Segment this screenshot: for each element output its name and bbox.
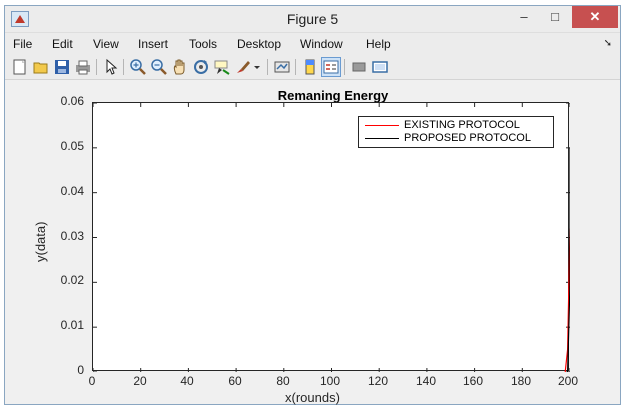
y-tick-label: 0.03 xyxy=(60,229,84,243)
rotate-3d-icon[interactable] xyxy=(192,58,210,76)
y-tick-label: 0.04 xyxy=(60,184,84,198)
x-axis-label: x(rounds) xyxy=(285,390,340,405)
menu-insert[interactable]: Insert xyxy=(138,37,168,51)
maximize-button[interactable]: □ xyxy=(540,6,570,28)
y-tick-label: 0.06 xyxy=(60,94,84,108)
menu-window[interactable]: Window xyxy=(300,37,343,51)
hide-plot-tools-icon[interactable] xyxy=(350,58,368,76)
new-figure-icon[interactable] xyxy=(11,58,29,76)
figure-toolbar xyxy=(5,55,620,80)
legend-label: EXISTING PROTOCOL xyxy=(404,119,520,131)
pan-hand-icon[interactable] xyxy=(171,58,189,76)
toolbar-separator xyxy=(295,59,296,75)
open-file-icon[interactable] xyxy=(32,58,50,76)
zoom-out-icon[interactable] xyxy=(150,58,168,76)
legend-icon[interactable] xyxy=(321,57,341,77)
figure-window: Figure 5 – □ ✕ File Edit View Insert Too… xyxy=(4,5,621,405)
menu-desktop[interactable]: Desktop xyxy=(237,37,281,51)
menu-help[interactable]: Help xyxy=(366,37,391,51)
zoom-in-icon[interactable] xyxy=(129,58,147,76)
link-plot-icon[interactable] xyxy=(273,58,291,76)
x-tick-label: 100 xyxy=(319,374,341,388)
menu-file[interactable]: File xyxy=(13,37,32,51)
legend-swatch xyxy=(365,125,399,126)
legend-entry-existing: EXISTING PROTOCOL xyxy=(359,119,553,133)
menu-edit[interactable]: Edit xyxy=(52,37,73,51)
x-tick-label: 80 xyxy=(276,374,290,388)
show-plot-tools-icon[interactable] xyxy=(371,58,389,76)
x-tick-label: 20 xyxy=(133,374,147,388)
edit-plot-arrow-icon[interactable] xyxy=(102,58,120,76)
x-tick-label: 0 xyxy=(88,374,96,388)
x-tick-label: 120 xyxy=(367,374,389,388)
chart-title: Remaning Energy xyxy=(277,88,389,103)
x-tick-label: 200 xyxy=(557,374,579,388)
colorbar-icon[interactable] xyxy=(301,58,319,76)
toolbar-separator xyxy=(123,59,124,75)
legend[interactable]: EXISTING PROTOCOL PROPOSED PROTOCOL xyxy=(358,116,554,148)
menu-bar: File Edit View Insert Tools Desktop Wind… xyxy=(5,33,620,55)
x-tick-label: 180 xyxy=(510,374,532,388)
legend-swatch xyxy=(365,138,399,139)
x-tick-label: 160 xyxy=(462,374,484,388)
x-tick-label: 40 xyxy=(180,374,194,388)
y-tick-label: 0.01 xyxy=(60,318,84,332)
x-tick-label: 140 xyxy=(415,374,437,388)
toolbar-separator xyxy=(96,59,97,75)
brush-dropdown-icon[interactable] xyxy=(252,58,262,76)
save-icon[interactable] xyxy=(53,58,71,76)
toolbar-separator xyxy=(267,59,268,75)
x-tick-label: 60 xyxy=(228,374,242,388)
brush-icon[interactable] xyxy=(234,58,252,76)
y-axis-label: y(data) xyxy=(33,221,48,262)
toolbar-separator xyxy=(344,59,345,75)
menu-view[interactable]: View xyxy=(93,37,119,51)
data-cursor-icon[interactable] xyxy=(213,58,231,76)
close-button[interactable]: ✕ xyxy=(572,6,618,28)
menu-tools[interactable]: Tools xyxy=(189,37,217,51)
minimize-button[interactable]: – xyxy=(509,6,539,28)
y-tick-label: 0.05 xyxy=(60,139,84,153)
title-bar[interactable]: Figure 5 – □ ✕ xyxy=(5,6,620,33)
y-tick-label: 0.02 xyxy=(60,273,84,287)
legend-label: PROPOSED PROTOCOL xyxy=(404,132,531,144)
legend-entry-proposed: PROPOSED PROTOCOL xyxy=(359,132,553,146)
print-icon[interactable] xyxy=(74,58,92,76)
menubar-dock-arrow-icon[interactable]: ➘ xyxy=(604,38,612,49)
